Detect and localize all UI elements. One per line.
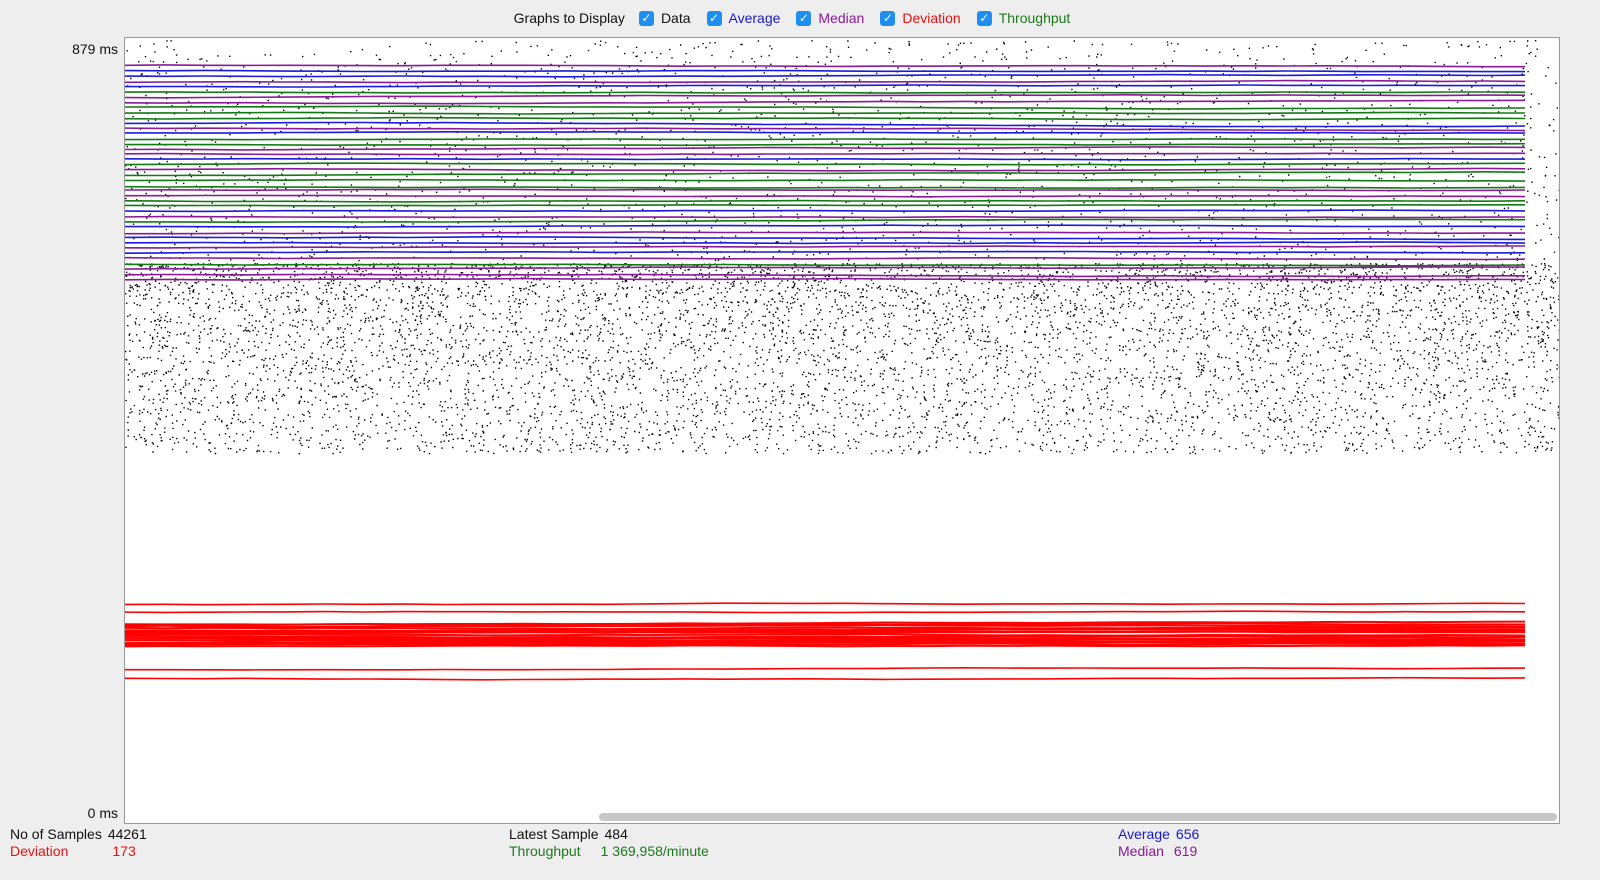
graph-results-panel: Graphs to Display ✓ Data ✓ Average ✓ Med… — [0, 0, 1600, 880]
median-line — [125, 64, 1525, 68]
median-line — [125, 167, 1526, 172]
average-line — [125, 235, 1526, 241]
median-checkbox[interactable]: ✓ Median — [796, 10, 864, 26]
median-line — [125, 231, 1525, 235]
throughput-checkbox-label: Throughput — [998, 10, 1071, 26]
deviation-value: 173 — [112, 843, 136, 859]
checkmark-icon: ✓ — [796, 10, 812, 26]
throughput-line — [125, 170, 1526, 177]
median-line — [125, 277, 1526, 281]
checkmark-icon: ✓ — [638, 10, 654, 26]
median-label: Median — [1118, 843, 1164, 859]
average-line — [125, 224, 1526, 228]
deviation-stat: Deviation 173 — [10, 843, 136, 859]
deviation-line — [125, 644, 1526, 648]
throughput-line — [125, 199, 1526, 203]
samples-stat: No of Samples 44261 — [10, 826, 147, 842]
median-stat: Median 619 — [1118, 843, 1197, 859]
graph-plot-area — [124, 37, 1560, 824]
median-line — [125, 266, 1526, 270]
median-checkbox-label: Median — [818, 10, 865, 26]
average-line — [125, 130, 1526, 135]
median-line — [125, 146, 1526, 151]
y-axis-max-label: 879 ms — [72, 41, 118, 57]
deviation-line — [125, 602, 1526, 606]
median-line — [125, 93, 1526, 99]
graphs-to-display-bar: Graphs to Display ✓ Data ✓ Average ✓ Med… — [0, 6, 1600, 30]
average-line — [125, 157, 1525, 161]
scrollbar-thumb[interactable] — [599, 813, 1557, 821]
throughput-line — [125, 162, 1526, 166]
deviation-line — [125, 676, 1526, 681]
latest-sample-value: 484 — [604, 826, 628, 842]
median-value: 619 — [1173, 843, 1198, 859]
throughput-line — [125, 218, 1525, 224]
y-axis-min-label: 0 ms — [87, 805, 118, 821]
deviation-line — [125, 666, 1526, 671]
throughput-stat: Throughput 1 369,958/minute — [509, 843, 709, 859]
average-checkbox-label: Average — [728, 10, 781, 26]
average-line — [125, 73, 1526, 78]
throughput-line — [125, 142, 1526, 147]
average-line — [125, 250, 1526, 254]
average-line — [125, 209, 1526, 213]
throughput-line — [125, 178, 1526, 182]
latest-sample-label: Latest Sample — [509, 826, 599, 842]
samples-label: No of Samples — [10, 826, 102, 842]
graph-canvas — [125, 40, 1559, 681]
average-checkbox[interactable]: ✓ Average — [706, 10, 781, 26]
median-line — [125, 215, 1526, 219]
checkmark-icon: ✓ — [880, 10, 896, 26]
median-line — [125, 245, 1525, 249]
average-line — [125, 69, 1525, 73]
throughput-line — [125, 138, 1526, 141]
throughput-line — [125, 203, 1525, 207]
median-line — [125, 256, 1526, 261]
deviation-checkbox[interactable]: ✓ Deviation — [880, 10, 961, 26]
throughput-line — [125, 116, 1526, 121]
average-label: Average — [1118, 826, 1170, 842]
graphs-to-display-label: Graphs to Display — [513, 10, 625, 26]
checkmark-icon: ✓ — [706, 10, 722, 26]
median-line — [125, 99, 1526, 105]
deviation-checkbox-label: Deviation — [902, 10, 961, 26]
throughput-value: 1 369,958/minute — [600, 843, 709, 859]
throughput-checkbox[interactable]: ✓ Throughput — [976, 10, 1071, 26]
throughput-line — [125, 105, 1526, 110]
throughput-line — [125, 91, 1526, 94]
data-checkbox[interactable]: ✓ Data — [638, 10, 691, 26]
deviation-line — [125, 642, 1526, 646]
horizontal-scrollbar[interactable] — [125, 811, 1559, 823]
checkmark-icon: ✓ — [976, 10, 992, 26]
average-line — [125, 121, 1526, 128]
data-checkbox-label: Data — [660, 10, 691, 26]
throughput-label: Throughput — [509, 843, 581, 859]
deviation-label: Deviation — [10, 843, 69, 859]
median-line — [125, 194, 1526, 198]
median-line — [125, 79, 1526, 84]
latest-sample-stat: Latest Sample 484 — [509, 826, 628, 842]
deviation-line — [125, 610, 1526, 614]
deviation-line — [125, 633, 1526, 637]
samples-value: 44261 — [107, 826, 147, 842]
average-value: 656 — [1175, 826, 1200, 842]
average-stat: Average 656 — [1118, 826, 1199, 842]
median-line — [125, 127, 1526, 132]
average-line — [125, 241, 1526, 245]
median-line — [125, 152, 1525, 156]
median-line — [125, 188, 1526, 192]
throughput-line — [125, 111, 1525, 115]
throughput-line — [125, 185, 1526, 189]
